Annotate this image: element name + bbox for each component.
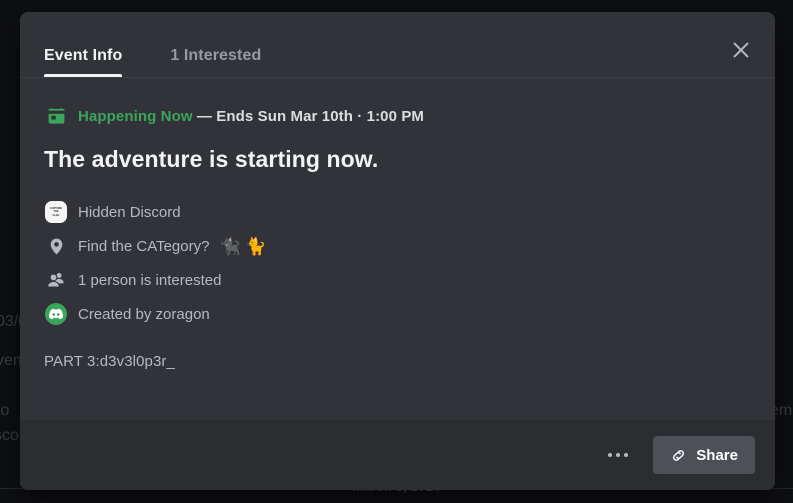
tab-interested[interactable]: 1 Interested bbox=[170, 47, 261, 77]
background-text-fragment: sco bbox=[0, 427, 19, 444]
modal-tab-bar: Event Info 1 Interested bbox=[20, 12, 775, 78]
avatar bbox=[45, 303, 67, 325]
modal-footer: Share bbox=[20, 420, 775, 490]
cat-emojis: 🐈‍⬛ 🐈 bbox=[219, 236, 267, 256]
background-text-fragment: to bbox=[0, 402, 10, 419]
avatar: CAPTURE THE FLAG bbox=[45, 201, 67, 223]
interested-count-label: 1 person is interested bbox=[78, 271, 222, 289]
detail-row-creator[interactable]: Created by zoragon bbox=[44, 297, 751, 331]
share-button-label: Share bbox=[696, 446, 738, 464]
event-info-modal: Event Info 1 Interested Happening Now — … bbox=[20, 12, 775, 490]
location-pin-icon bbox=[44, 234, 68, 258]
detail-row-server[interactable]: CAPTURE THE FLAG Hidden Discord bbox=[44, 195, 751, 229]
detail-row-interested[interactable]: 1 person is interested bbox=[44, 263, 751, 297]
event-status-row: Happening Now — Ends Sun Mar 10th · 1:00… bbox=[44, 104, 751, 128]
more-options-icon[interactable] bbox=[601, 438, 635, 472]
dot bbox=[616, 453, 621, 457]
avatar-line: FLAG bbox=[52, 213, 60, 217]
event-description: PART 3:d3v3l0p3r_ bbox=[44, 353, 175, 370]
background-text-fragment: ven bbox=[0, 352, 22, 369]
server-name: Hidden Discord bbox=[78, 203, 181, 221]
modal-body: Happening Now — Ends Sun Mar 10th · 1:00… bbox=[20, 78, 775, 420]
location-name: Find the CATegory? bbox=[78, 237, 210, 255]
event-status-text: Happening Now — Ends Sun Mar 10th · 1:00… bbox=[78, 108, 424, 125]
dot bbox=[608, 453, 613, 457]
happening-now-label: Happening Now bbox=[78, 107, 193, 125]
dot bbox=[624, 453, 629, 457]
tab-event-info[interactable]: Event Info bbox=[44, 47, 123, 77]
link-icon bbox=[670, 447, 687, 464]
discord-logo-icon bbox=[44, 302, 68, 326]
event-title: The adventure is starting now. bbox=[44, 146, 379, 172]
detail-row-location[interactable]: Find the CATegory? 🐈‍⬛ 🐈 bbox=[44, 229, 751, 263]
server-avatar-icon: CAPTURE THE FLAG bbox=[44, 200, 68, 224]
share-button[interactable]: Share bbox=[653, 436, 755, 474]
creator-name: Created by zoragon bbox=[78, 305, 210, 323]
close-icon[interactable] bbox=[725, 34, 757, 66]
event-end-label: — Ends Sun Mar 10th · 1:00 PM bbox=[192, 107, 425, 125]
calendar-icon bbox=[44, 104, 68, 128]
people-icon bbox=[44, 268, 68, 292]
